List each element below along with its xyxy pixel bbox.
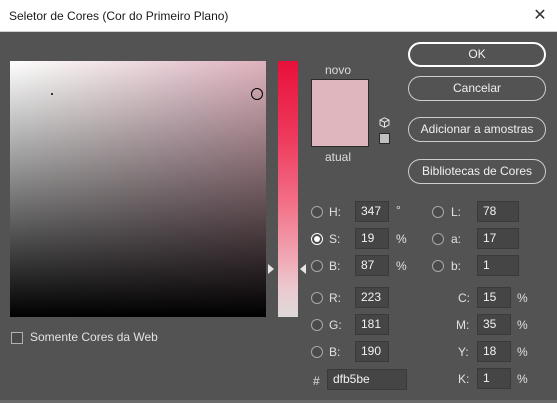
unit-m: % [517,318,528,332]
add-to-swatches-button[interactable]: Adicionar a amostras [408,117,546,142]
label-l: L: [451,205,462,219]
radio-s[interactable] [311,233,323,245]
title-bar: Seletor de Cores (Cor do Primeiro Plano)… [0,0,557,32]
input-y[interactable]: 18 [477,341,511,362]
radio-b[interactable] [311,260,323,272]
new-color-label: novo [325,63,352,77]
hex-label: # [313,374,320,388]
radio-g[interactable] [311,319,323,331]
input-rgb-b[interactable]: 190 [355,341,389,362]
label-s: S: [329,232,341,246]
window-title: Seletor de Cores (Cor do Primeiro Plano) [9,9,229,23]
unit-b: % [396,259,407,273]
field-black-gradient [10,61,266,317]
current-color-label: atual [325,150,352,164]
input-c[interactable]: 15 [477,287,511,308]
web-safe-swatch-icon[interactable] [379,133,390,144]
hue-slider[interactable] [278,61,298,317]
label-y: Y: [458,345,469,359]
input-m[interactable]: 35 [477,314,511,335]
label-h: H: [329,205,341,219]
input-b[interactable]: 87 [355,255,389,276]
label-k: K: [458,372,470,386]
label-b: B: [329,259,341,273]
radio-lab-b[interactable] [432,260,444,272]
cube-icon[interactable] [379,117,390,128]
field-marker-dot [51,93,53,95]
color-libraries-button[interactable]: Bibliotecas de Cores [408,159,546,184]
web-colors-only-checkbox[interactable] [11,332,23,344]
ok-button[interactable]: OK [408,42,546,67]
input-k[interactable]: 1 [477,368,511,389]
label-lab-b: b: [451,259,462,273]
label-g: G: [329,318,342,332]
input-s[interactable]: 19 [355,228,389,249]
input-lab-b[interactable]: 1 [477,255,519,276]
color-preview-swatch [311,79,369,147]
unit-h: ° [396,203,401,217]
hue-slider-right-arrow-icon[interactable] [300,264,306,274]
input-h[interactable]: 347 [355,201,389,222]
input-g[interactable]: 181 [355,314,389,335]
radio-l[interactable] [432,206,444,218]
label-c: C: [458,291,470,305]
input-a[interactable]: 17 [477,228,519,249]
unit-c: % [517,291,528,305]
radio-rgb-b[interactable] [311,346,323,358]
cancel-button[interactable]: Cancelar [408,76,546,101]
radio-r[interactable] [311,292,323,304]
color-picker-circle[interactable] [251,88,263,100]
label-a: a: [451,232,462,246]
close-icon[interactable]: ✕ [523,0,557,32]
radio-a[interactable] [432,233,444,245]
input-l[interactable]: 78 [477,201,519,222]
web-colors-only-label: Somente Cores da Web [30,330,158,344]
hex-input[interactable]: dfb5be [327,369,407,390]
input-r[interactable]: 223 [355,287,389,308]
unit-s: % [396,232,407,246]
label-rgb-b: B: [329,345,341,359]
unit-k: % [517,372,528,386]
radio-h[interactable] [311,206,323,218]
unit-y: % [517,345,528,359]
hue-slider-left-arrow-icon[interactable] [268,264,274,274]
color-field[interactable] [10,61,266,317]
label-m: M: [456,318,470,332]
label-r: R: [329,291,341,305]
